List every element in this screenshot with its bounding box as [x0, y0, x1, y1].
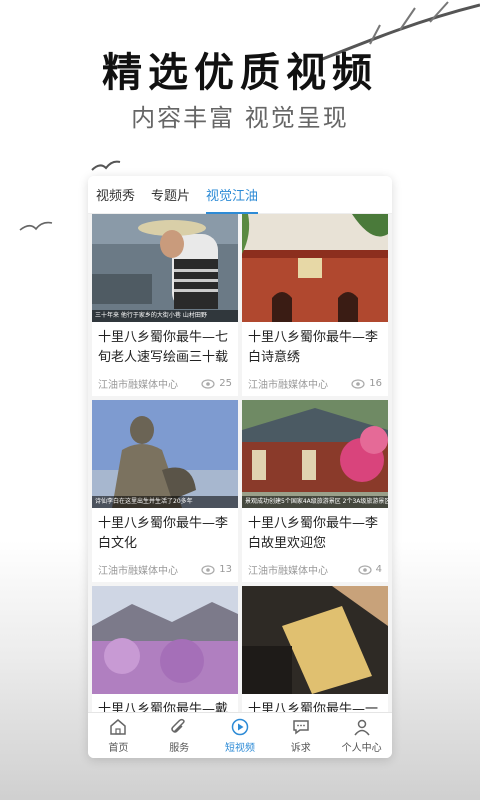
nav-short-video[interactable]: 短视频: [210, 713, 271, 758]
bird-decoration: [91, 160, 121, 171]
video-caption: 诗仙李白在这里出生并生活了20多年: [92, 496, 238, 508]
video-thumbnail[interactable]: [92, 586, 238, 694]
video-card[interactable]: 三十年来 他行于家乡的大街小巷 山村田野 十里八乡蜀你最牛—七旬老人速写绘画三十…: [92, 214, 238, 396]
video-thumbnail[interactable]: [242, 586, 388, 694]
bottom-nav: 首页 服务 短视频 诉求 个人中心: [88, 712, 392, 758]
video-source: 江油市融媒体中心: [98, 566, 178, 577]
video-caption: 景观成功创建5个国家4A级旅游景区 2个3A级旅游景区: [242, 496, 388, 508]
nav-home[interactable]: 首页: [88, 713, 149, 758]
eye-icon: [201, 564, 215, 575]
tab-visual-jiangyou[interactable]: 视觉江油: [206, 185, 259, 214]
nav-service[interactable]: 服务: [149, 713, 210, 758]
video-card[interactable]: 十里八乡蜀你最牛—一把: [242, 586, 388, 712]
video-title: 十里八乡蜀你最牛—李白故里欢迎您: [248, 516, 379, 551]
view-count: 25: [219, 378, 232, 389]
nav-request[interactable]: 诉求: [270, 713, 331, 758]
play-icon: [231, 718, 249, 735]
service-icon: [171, 718, 185, 733]
video-thumbnail[interactable]: 三十年来 他行于家乡的大街小巷 山村田野: [92, 214, 238, 322]
video-thumbnail[interactable]: [242, 214, 388, 322]
video-card[interactable]: 诗仙李白在这里出生并生活了20多年 十里八乡蜀你最牛—李白文化 江油市融媒体中心…: [92, 400, 238, 582]
tab-bar: 视频秀 专题片 视觉江油: [88, 176, 392, 214]
nav-profile[interactable]: 个人中心: [331, 713, 392, 758]
video-source: 江油市融媒体中心: [248, 566, 328, 577]
view-count: 13: [219, 564, 232, 575]
video-thumbnail[interactable]: 诗仙李白在这里出生并生活了20多年: [92, 400, 238, 508]
video-title: 十里八乡蜀你最牛—七旬老人速写绘画三十载 ...: [98, 330, 229, 365]
hero-subtitle: 内容丰富 视觉呈现: [131, 104, 349, 132]
video-source: 江油市融媒体中心: [248, 380, 328, 391]
video-title: 十里八乡蜀你最牛—一把: [248, 702, 379, 712]
video-card[interactable]: 十里八乡蜀你最牛—戴天: [92, 586, 238, 712]
eye-icon: [351, 378, 365, 389]
eye-icon: [358, 564, 372, 575]
video-grid: 三十年来 他行于家乡的大街小巷 山村田野 十里八乡蜀你最牛—七旬老人速写绘画三十…: [88, 214, 392, 712]
bird-decoration: [19, 221, 53, 231]
video-card[interactable]: 景观成功创建5个国家4A级旅游景区 2个3A级旅游景区 十里八乡蜀你最牛—李白故…: [242, 400, 388, 582]
home-icon: [110, 718, 127, 735]
video-card[interactable]: 十里八乡蜀你最牛—李白诗意绣 江油市融媒体中心 16: [242, 214, 388, 396]
video-title: 十里八乡蜀你最牛—李白文化: [98, 516, 229, 551]
video-title: 十里八乡蜀你最牛—李白诗意绣: [248, 330, 379, 365]
chat-icon: [293, 719, 309, 734]
video-caption: 三十年来 他行于家乡的大街小巷 山村田野: [92, 310, 238, 322]
video-title: 十里八乡蜀你最牛—戴天: [98, 702, 229, 712]
phone-screen: 视频秀 专题片 视觉江油 三十年来 他行于家乡的大街小巷 山村田野 十里八乡蜀你…: [88, 176, 392, 758]
video-thumbnail[interactable]: 景观成功创建5个国家4A级旅游景区 2个3A级旅游景区: [242, 400, 388, 508]
user-icon: [353, 719, 370, 735]
tab-feature-film[interactable]: 专题片: [151, 185, 190, 204]
view-count: 16: [369, 378, 382, 389]
eye-icon: [201, 378, 215, 389]
video-source: 江油市融媒体中心: [98, 380, 178, 391]
view-count: 4: [375, 564, 382, 575]
hero-title: 精选优质视频: [102, 49, 378, 96]
tab-video-show[interactable]: 视频秀: [96, 185, 135, 204]
